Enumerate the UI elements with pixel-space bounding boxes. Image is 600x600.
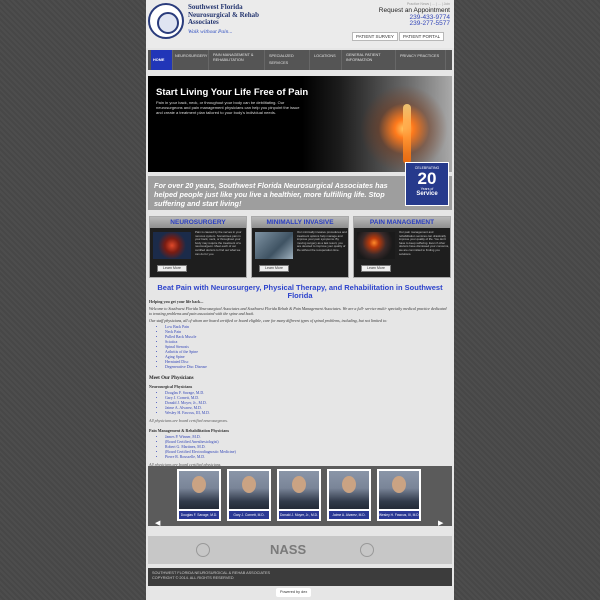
panel-image [357, 232, 395, 259]
nav-general-patient-info[interactable]: General Patient Information [344, 50, 396, 70]
panel-minimally-invasive: Minimally Invasive Our minimally invasiv… [251, 216, 349, 278]
association-seal-icon[interactable] [196, 543, 210, 557]
banner-text: For over 20 years, Southwest Florida Neu… [154, 181, 388, 208]
spine-highlight [403, 104, 411, 164]
panel-text: Our minimally invasive procedures and tr… [297, 230, 347, 252]
hero-text: Pain in your back, neck, or throughout y… [156, 100, 300, 115]
physician-card[interactable]: Douglas F. Savage, M.D. [177, 469, 221, 521]
physician-name: Wesley H. Fawcus, III, M.D. [379, 511, 419, 519]
learn-more-button[interactable]: Learn More [157, 265, 187, 272]
physician-photo [379, 471, 419, 509]
nav-pain-management[interactable]: Pain Management & Rehabilitation [211, 50, 265, 70]
practice-logo[interactable] [148, 3, 184, 39]
page-container: Southwest Florida Neurosurgical & Rehab … [146, 0, 454, 600]
chevron-right-icon[interactable]: ▶ [438, 520, 446, 528]
physician-card[interactable]: Wesley H. Fawcus, III, M.D. [377, 469, 421, 521]
patient-portal-button[interactable]: Patient Portal [399, 32, 445, 41]
physician-photo [279, 471, 319, 509]
powered-by-label: Powered by [280, 590, 301, 594]
top-links[interactable]: Practice News | ... | ... | Join [407, 2, 450, 6]
pain-physicians-list: James P. Winner, M.D. (Board Certified A… [165, 435, 449, 460]
conditions-list: Low Back Pain Neck Pain Pulled Back Musc… [165, 325, 449, 370]
patient-survey-button[interactable]: Patient Survey [352, 32, 398, 41]
panel-neurosurgery: Neurosurgery Pain is caused by the nerve… [149, 216, 247, 278]
meet-physicians-heading: Meet Our Physicians [149, 376, 194, 381]
main-nav: Home Neurosurgery Pain Management & Reha… [148, 50, 452, 70]
neuro-physicians-heading: Neurosurgical Physicians [149, 384, 193, 389]
learn-more-button[interactable]: Learn More [259, 265, 289, 272]
site-header: Southwest Florida Neurosurgical & Rehab … [146, 0, 454, 48]
panel-title[interactable]: Pain Management [354, 217, 450, 228]
panel-image [255, 232, 293, 259]
physician-name: Gary J. Cornett, M.D. [229, 511, 269, 519]
twenty-years-badge: Celebrating 20 Years of Service [405, 162, 449, 206]
panel-title[interactable]: Neurosurgery [150, 217, 246, 228]
tagline: Walk without Pain... [188, 29, 233, 35]
intro-heading: Helping you get your life back... [149, 299, 204, 304]
neuro-note: All physicians are board certified neuro… [149, 418, 228, 423]
intro-text: Welcome to Southwest Florida Neurosurgic… [149, 306, 447, 316]
panel-image [153, 232, 191, 259]
nav-home[interactable]: Home [151, 50, 173, 70]
panel-pain-management: Pain Management Our pain management and … [353, 216, 451, 278]
hero-banner: Start Living Your Life Free of Pain Pain… [148, 76, 452, 172]
learn-more-button[interactable]: Learn More [361, 265, 391, 272]
nass-logo[interactable]: NASS [270, 543, 306, 557]
powered-by-badge[interactable]: Powered by dex [276, 588, 312, 597]
hero-image [302, 76, 452, 172]
physician-photo [179, 471, 219, 509]
nav-privacy-practices[interactable]: Privacy Practices [398, 50, 446, 70]
physician-link[interactable]: Wesley H. Fawcus, III, M.D. [165, 411, 449, 416]
pain-physicians-heading: Pain Management & Rehabilitation Physici… [149, 428, 230, 433]
condition-item[interactable]: Degenerative Disc Disease [165, 365, 449, 370]
footer-copyright: Copyright © 2014. All Rights Reserved [152, 576, 234, 580]
physician-photo [329, 471, 369, 509]
panel-text: Our pain management and rehabilitation s… [399, 230, 449, 256]
panel-text: Pain is caused by the nerves in your ner… [195, 230, 242, 256]
footer-text: Southwest Florida Neurosurgical & Rehab … [152, 571, 270, 581]
appointment-block: Request an Appointment 239-433-9774 239-… [379, 7, 450, 28]
neuro-physicians-list: Douglas F. Savage, M.D. Gary J. Cornett,… [165, 391, 449, 416]
site-footer: Southwest Florida Neurosurgical & Rehab … [148, 568, 452, 586]
nav-specialized-services[interactable]: Specialized Services [267, 50, 310, 70]
physician-photo [229, 471, 269, 509]
brand-line-3: Associates [188, 18, 219, 26]
associations-bar: NASS [148, 536, 452, 564]
dex-logo: dex [301, 590, 308, 594]
badge-number: 20 [417, 169, 437, 188]
physician-carousel: Douglas F. Savage, M.D. Gary J. Cornett,… [148, 466, 452, 528]
panel-title[interactable]: Minimally Invasive [252, 217, 348, 228]
physician-card[interactable]: Gary J. Cornett, M.D. [227, 469, 271, 521]
hero-title: Start Living Your Life Free of Pain [156, 87, 309, 98]
association-seal-icon[interactable] [360, 543, 374, 557]
chevron-left-icon[interactable]: ◀ [155, 520, 163, 528]
main-content: Helping you get your life back... Welcom… [149, 296, 449, 469]
phone-number-2[interactable]: 239-277-5577 [379, 20, 450, 28]
badge-service: Service [416, 191, 438, 197]
brand-name[interactable]: Southwest Florida Neurosurgical & Rehab … [188, 3, 308, 27]
nav-locations[interactable]: Locations [312, 50, 342, 70]
physician-name: Donald J. Moyer, Jr., M.D. [279, 511, 319, 519]
staff-text: Our staff physicians, all of whom are bo… [149, 318, 388, 323]
nav-neurosurgery[interactable]: Neurosurgery [173, 50, 209, 70]
physician-link[interactable]: Pierre R. Rousselle, M.D. [165, 455, 449, 460]
physician-name: Douglas F. Savage, M.D. [179, 511, 219, 519]
physician-card[interactable]: Donald J. Moyer, Jr., M.D. [277, 469, 321, 521]
physician-card[interactable]: Jaime A. Alvarez, M.D. [327, 469, 371, 521]
physician-name: Jaime A. Alvarez, M.D. [329, 511, 369, 519]
